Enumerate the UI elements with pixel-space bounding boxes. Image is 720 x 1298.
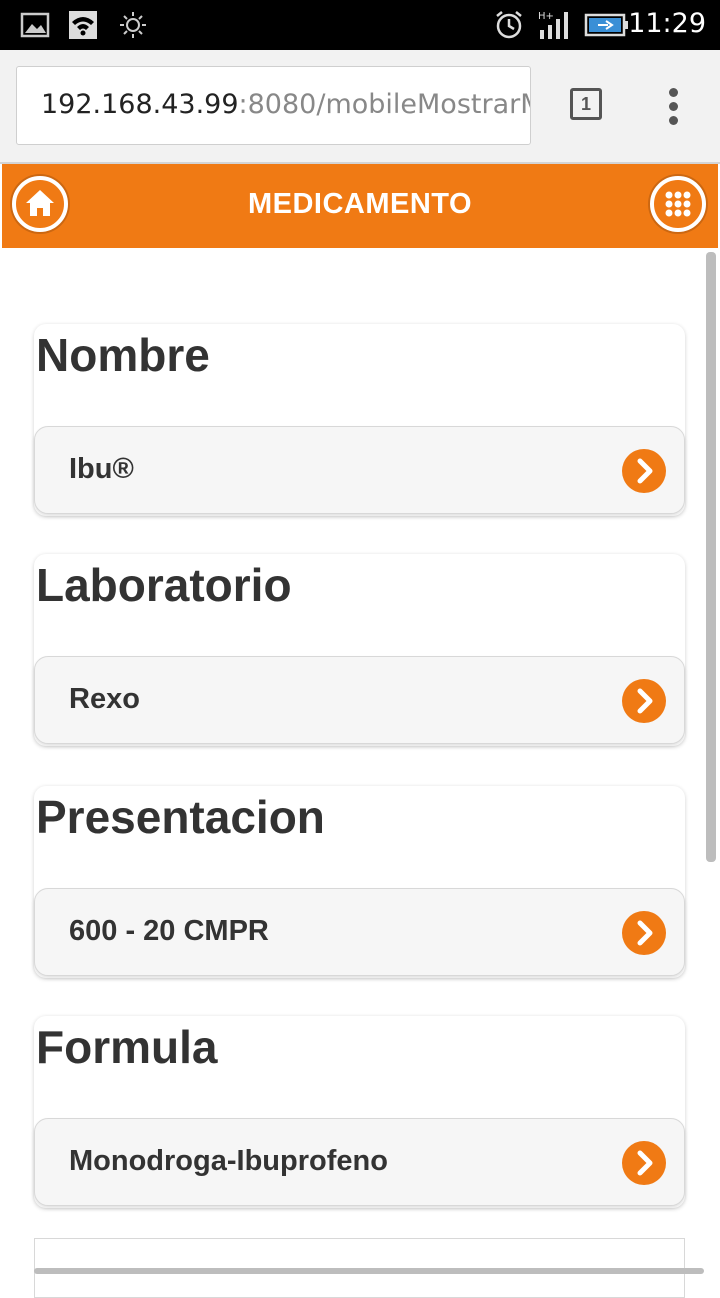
item-value: Monodroga-Ibuprofeno [69, 1145, 388, 1177]
chevron-right-icon [622, 449, 666, 493]
section-title: Nombre [36, 329, 210, 381]
url-host: 192.168.43.99 [41, 89, 239, 120]
item-value: Ibu® [69, 453, 134, 485]
url-path: :8080/mobileMostrarM [238, 89, 531, 120]
vertical-scrollbar[interactable] [706, 252, 716, 862]
brightness-icon [120, 12, 146, 38]
overflow-menu-icon[interactable] [660, 88, 688, 126]
list-item-formula[interactable]: Monodroga-Ibuprofeno [34, 1118, 685, 1206]
gallery-icon [20, 12, 50, 38]
item-value: 600 - 20 CMPR [69, 915, 269, 947]
app-header: MEDICAMENTO [2, 164, 718, 248]
alarm-icon [496, 11, 522, 39]
section-title: Presentacion [36, 791, 325, 843]
list-item-nombre[interactable]: Ibu® [34, 426, 685, 514]
section-title: Formula [36, 1021, 218, 1073]
card-nombre: Nombre Ibu® [34, 324, 685, 516]
list-item-laboratorio[interactable]: Rexo [34, 656, 685, 744]
list-item-presentacion[interactable]: 600 - 20 CMPR [34, 888, 685, 976]
browser-toolbar: 192.168.43.99:8080/mobileMostrarM 1 [0, 50, 720, 164]
chevron-right-icon [622, 1141, 666, 1185]
grid-menu-button[interactable] [650, 176, 706, 232]
signal-icon: H+ [538, 11, 568, 39]
card-formula: Formula Monodroga-Ibuprofeno [34, 1016, 685, 1208]
battery-icon [584, 13, 628, 37]
card-presentacion: Presentacion 600 - 20 CMPR [34, 786, 685, 978]
horizontal-scrollbar[interactable] [34, 1268, 704, 1274]
wifi-icon [69, 11, 97, 39]
clock: 11:29 [628, 8, 706, 39]
tab-switcher-button[interactable]: 1 [570, 88, 602, 120]
url-text: 192.168.43.99:8080/mobileMostrarM [41, 89, 531, 120]
address-bar[interactable]: 192.168.43.99:8080/mobileMostrarM [16, 66, 531, 145]
page-title: MEDICAMENTO [247, 188, 473, 220]
card-laboratorio: Laboratorio Rexo [34, 554, 685, 746]
chevron-right-icon [622, 911, 666, 955]
status-bar: H+ 11:29 [0, 0, 720, 50]
item-value: Rexo [69, 683, 140, 715]
section-title: Laboratorio [36, 559, 292, 611]
grid-icon [665, 191, 691, 217]
chevron-right-icon [622, 679, 666, 723]
svg-text:H+: H+ [538, 11, 554, 22]
